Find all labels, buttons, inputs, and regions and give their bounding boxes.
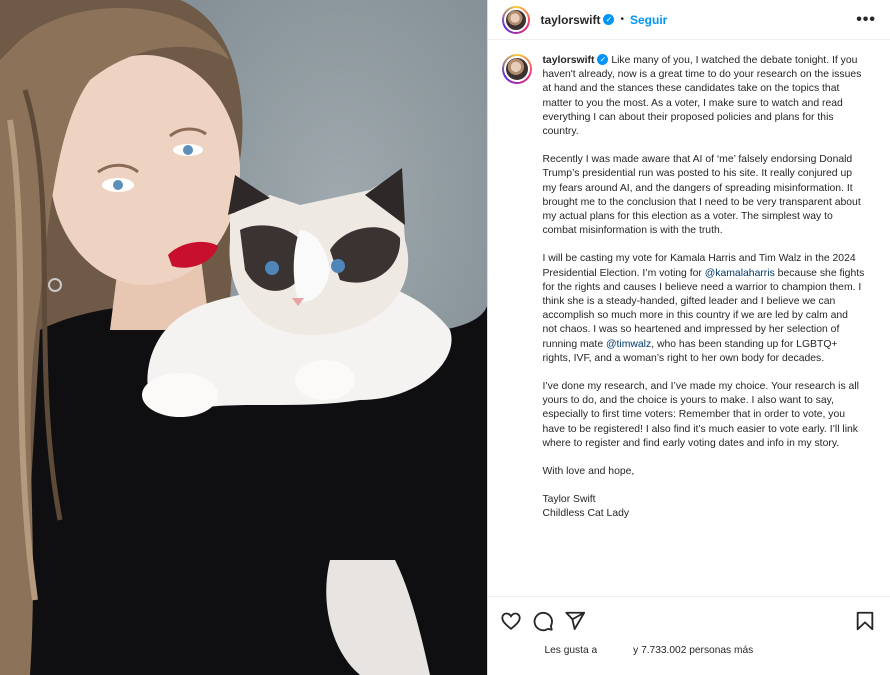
mention-timwalz[interactable]: @timwalz bbox=[606, 339, 651, 350]
signature-line-1: Taylor Swift bbox=[542, 494, 596, 506]
caption-paragraph-4: I’ve done my research, and I’ve made my … bbox=[542, 381, 859, 449]
comment-icon[interactable] bbox=[532, 610, 554, 632]
caption-avatar[interactable] bbox=[502, 54, 533, 84]
signature-line-2: Childless Cat Lady bbox=[542, 508, 630, 520]
caption-paragraph-1-text: Like many of you, I watched the debate t… bbox=[542, 55, 862, 138]
likes-prefix: Les gusta a bbox=[544, 645, 598, 656]
caption-signature: Taylor Swift Childless Cat Lady bbox=[542, 493, 864, 521]
header-username[interactable]: taylorswift bbox=[540, 13, 600, 27]
profile-avatar[interactable] bbox=[502, 5, 531, 34]
post-header: taylorswift ✓ • Seguir ••• bbox=[488, 0, 890, 40]
follow-button[interactable]: Seguir bbox=[630, 13, 667, 27]
likes-summary: Les gusta a y 7.733.002 personas más bbox=[488, 645, 890, 675]
caption-p3-text-b: because she fights for the rights and ca… bbox=[542, 267, 865, 350]
caption-username[interactable]: taylorswift bbox=[542, 55, 594, 66]
verified-badge-icon: ✓ bbox=[603, 14, 615, 25]
bookmark-icon[interactable] bbox=[854, 610, 876, 632]
caption-text: taylorswift ✓ Like many of you, I watched… bbox=[542, 54, 864, 596]
post-photo[interactable] bbox=[0, 0, 488, 675]
caption-verified-badge-icon: ✓ bbox=[597, 54, 609, 65]
instagram-post: taylorswift ✓ • Seguir ••• taylorswift ✓ … bbox=[0, 0, 890, 675]
caption-section: taylorswift ✓ Like many of you, I watched… bbox=[488, 40, 890, 596]
heart-icon[interactable] bbox=[500, 610, 522, 632]
caption-paragraph-1: taylorswift ✓ Like many of you, I watched… bbox=[542, 54, 864, 139]
header-separator: • bbox=[620, 14, 624, 25]
more-options-icon[interactable]: ••• bbox=[856, 11, 876, 29]
caption-paragraph-3: I will be casting my vote for Kamala Har… bbox=[542, 252, 864, 366]
caption-paragraph-2: Recently I was made aware that AI of ‘me… bbox=[542, 154, 861, 237]
caption-paragraph-5: With love and hope, bbox=[542, 466, 635, 478]
share-icon[interactable] bbox=[564, 610, 586, 632]
mention-kamalaharris[interactable]: @kamalaharris bbox=[705, 268, 775, 279]
action-bar bbox=[488, 596, 890, 645]
likes-count[interactable]: y 7.733.002 personas más bbox=[633, 645, 753, 656]
post-side-panel: taylorswift ✓ • Seguir ••• taylorswift ✓ … bbox=[487, 0, 890, 675]
photo-illustration bbox=[0, 0, 488, 675]
